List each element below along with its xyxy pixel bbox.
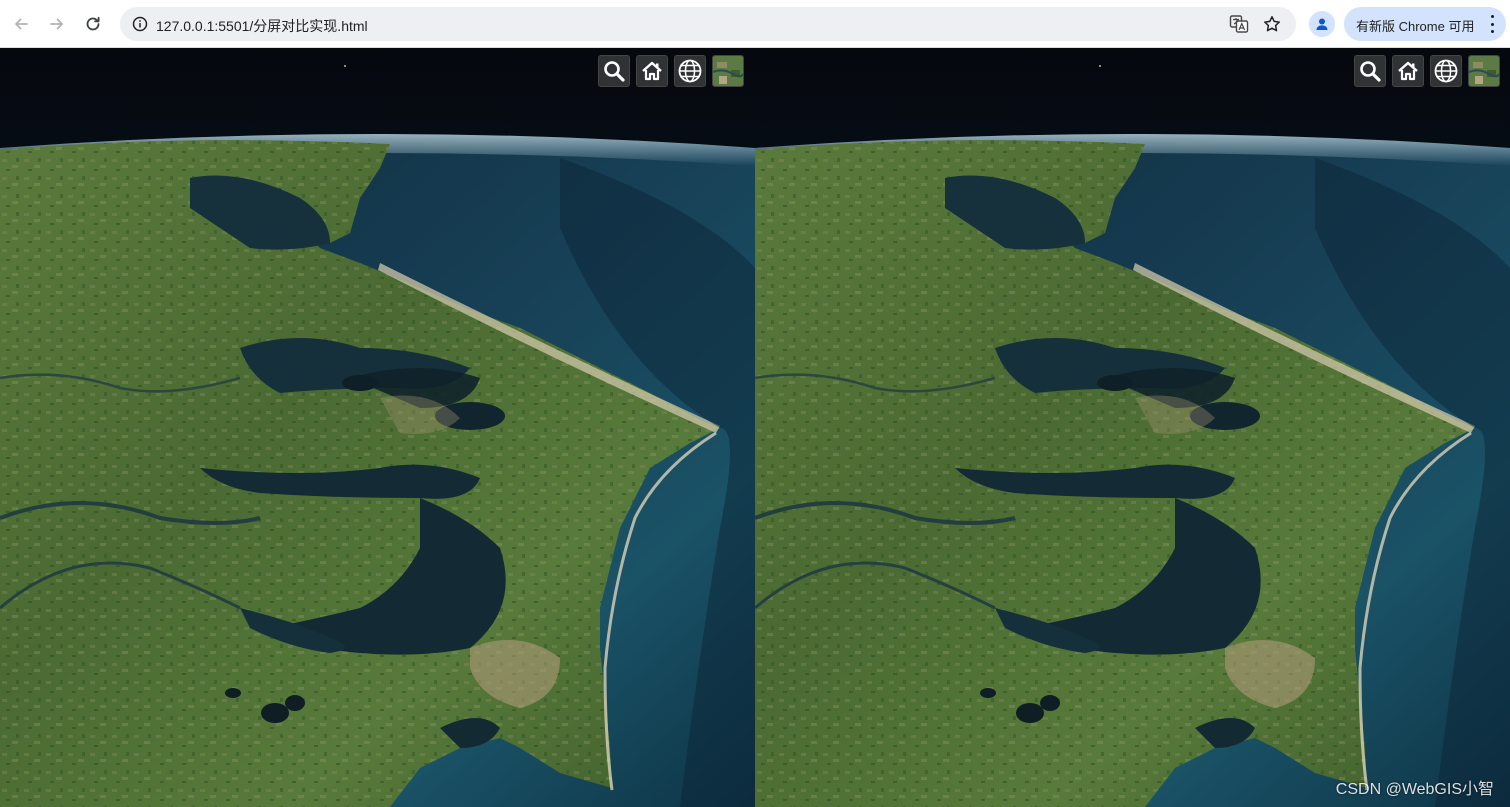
- address-bar[interactable]: 127.0.0.1:5501/分屏对比实现.html: [120, 7, 1296, 41]
- search-icon: [604, 61, 625, 82]
- scene-mode-button[interactable]: [1430, 55, 1462, 87]
- watermark-text: CSDN @WebGIS小智: [1335, 781, 1494, 798]
- home-icon: [642, 61, 662, 81]
- globe-icon: [678, 59, 702, 83]
- home-icon: [1398, 61, 1418, 81]
- arrow-left-icon: [15, 18, 28, 30]
- search-icon: [1360, 61, 1381, 82]
- scene-mode-button[interactable]: [674, 55, 706, 87]
- globe-icon: [1434, 59, 1458, 83]
- update-label: 有新版 Chrome 可用: [1356, 19, 1475, 34]
- more-menu-icon[interactable]: [1486, 15, 1498, 33]
- person-icon: [1316, 18, 1328, 30]
- arrow-right-icon: [50, 18, 63, 30]
- site-info-button[interactable]: [128, 12, 152, 36]
- base-layer-picker-button[interactable]: [1468, 55, 1500, 87]
- layer-picker-icon: [1469, 56, 1499, 86]
- reload-icon: [86, 16, 100, 31]
- profile-button[interactable]: [1309, 11, 1335, 37]
- base-layer-picker-button[interactable]: [712, 55, 744, 87]
- geocoder-button[interactable]: [1354, 55, 1386, 87]
- forward-button[interactable]: [43, 10, 71, 38]
- info-icon: [132, 16, 148, 32]
- home-button[interactable]: [636, 55, 668, 87]
- globe-viewer-left[interactable]: [0, 48, 755, 807]
- reload-button[interactable]: [79, 10, 107, 38]
- globe-viewer-right[interactable]: CSDN @WebGIS小智: [755, 48, 1510, 807]
- bookmark-button[interactable]: [1260, 12, 1284, 36]
- browser-toolbar: 127.0.0.1:5501/分屏对比实现.html 有新版 Chrome 可用: [0, 0, 1510, 48]
- back-button[interactable]: [7, 10, 35, 38]
- translate-icon: [1229, 15, 1249, 33]
- globe-imagery[interactable]: [0, 48, 755, 807]
- layer-picker-icon: [713, 56, 743, 86]
- viewer-toolbar: [1354, 55, 1500, 87]
- home-button[interactable]: [1392, 55, 1424, 87]
- geocoder-button[interactable]: [598, 55, 630, 87]
- url-text[interactable]: 127.0.0.1:5501/分屏对比实现.html: [156, 16, 368, 36]
- chrome-update-button[interactable]: 有新版 Chrome 可用: [1344, 7, 1506, 41]
- translate-button[interactable]: [1227, 12, 1251, 36]
- star-icon: [1264, 16, 1280, 32]
- globe-imagery[interactable]: [755, 48, 1510, 807]
- viewer-toolbar: [598, 55, 744, 87]
